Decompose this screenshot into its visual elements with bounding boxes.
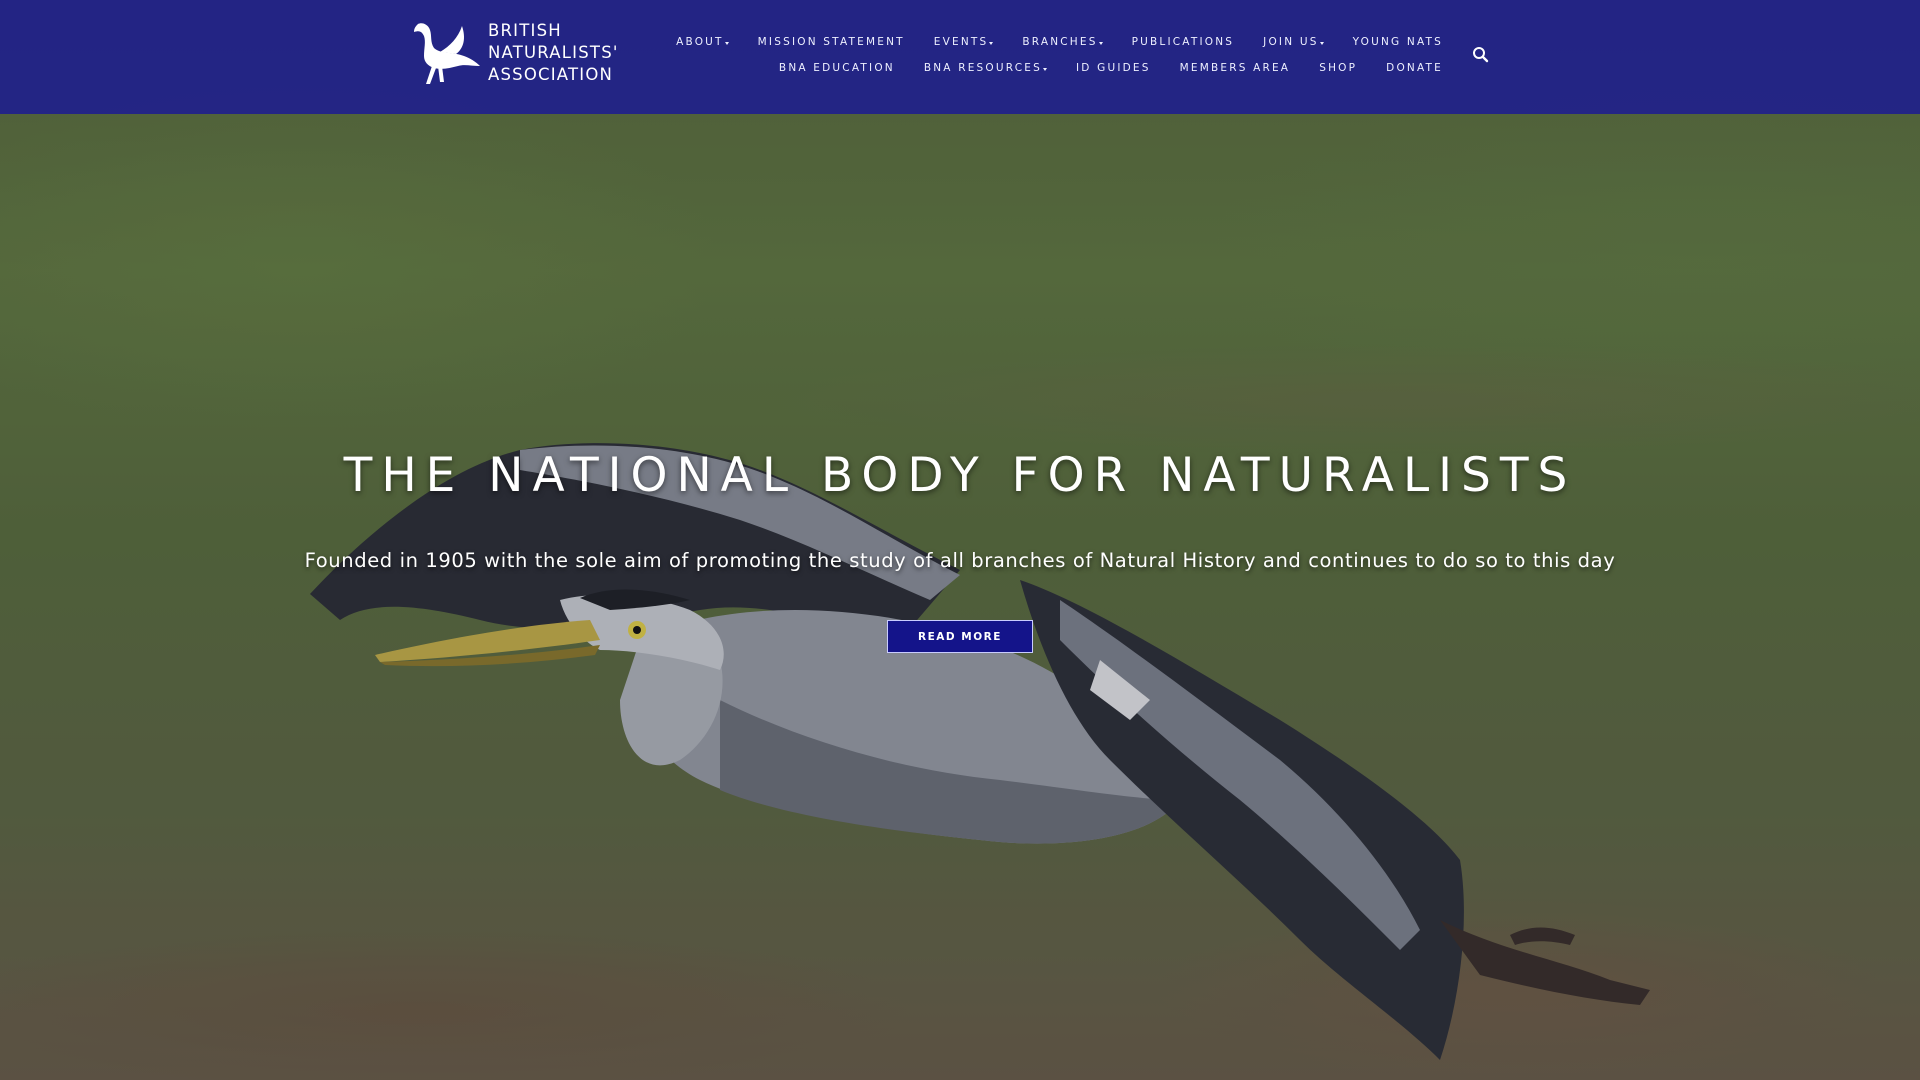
nav-label: JOIN US	[1263, 36, 1319, 48]
nav-members-area[interactable]: MEMBERS AREA	[1180, 62, 1291, 74]
nav-label: MEMBERS AREA	[1179, 62, 1291, 74]
nav-branches[interactable]: BRANCHES	[1022, 36, 1103, 48]
site-name-line-3: ASSOCIATION	[488, 65, 614, 84]
nav-label: DONATE	[1386, 62, 1443, 74]
nav-donate[interactable]: DONATE	[1386, 62, 1443, 74]
heron-logo-icon	[414, 23, 480, 84]
site-logo[interactable]: BRITISH NATURALISTS' ASSOCIATION	[410, 18, 619, 88]
chevron-down-icon	[1042, 68, 1047, 71]
search-icon	[1473, 47, 1489, 63]
nav-shop[interactable]: SHOP	[1319, 62, 1357, 74]
site-header: BRITISH NATURALISTS' ASSOCIATION ABOUT M…	[0, 0, 1920, 114]
main-nav-row-2: BNA EDUCATION BNA RESOURCES ID GUIDES ME…	[750, 62, 1443, 74]
nav-id-guides[interactable]: ID GUIDES	[1076, 62, 1151, 74]
nav-label: MISSION STATEMENT	[757, 36, 905, 48]
nav-label: EVENTS	[933, 36, 989, 48]
nav-label: YOUNG NATS	[1352, 36, 1443, 48]
nav-join-us[interactable]: JOIN US	[1263, 36, 1324, 48]
chevron-down-icon	[989, 42, 994, 45]
nav-label: PUBLICATIONS	[1131, 36, 1235, 48]
hero-overlay	[0, 0, 1920, 1080]
hero-subtitle: Founded in 1905 with the sole aim of pro…	[304, 549, 1616, 572]
nav-label: ID GUIDES	[1075, 62, 1151, 74]
nav-bna-education[interactable]: BNA EDUCATION	[779, 62, 895, 74]
nav-events[interactable]: EVENTS	[934, 36, 994, 48]
hero-title: THE NATIONAL BODY FOR NATURALISTS	[343, 448, 1577, 503]
chevron-down-icon	[1098, 42, 1103, 45]
nav-label: BNA RESOURCES	[923, 62, 1042, 74]
site-name-line-1: BRITISH	[488, 21, 562, 40]
nav-label: SHOP	[1319, 62, 1358, 74]
nav-label: ABOUT	[676, 36, 724, 48]
chevron-down-icon	[724, 42, 729, 45]
nav-mission-statement[interactable]: MISSION STATEMENT	[758, 36, 905, 48]
nav-young-nats[interactable]: YOUNG NATS	[1353, 36, 1443, 48]
nav-bna-resources[interactable]: BNA RESOURCES	[924, 62, 1047, 74]
nav-label: BNA EDUCATION	[778, 62, 895, 74]
page: BRITISH NATURALISTS' ASSOCIATION ABOUT M…	[0, 0, 1920, 1080]
nav-about[interactable]: ABOUT	[676, 36, 729, 48]
nav-label: BRANCHES	[1022, 36, 1098, 48]
search-button[interactable]	[1472, 46, 1490, 64]
main-nav-row-1: ABOUT MISSION STATEMENT EVENTS BRANCHES …	[647, 36, 1443, 48]
site-name-line-2: NATURALISTS'	[488, 43, 619, 62]
read-more-button[interactable]: READ MORE	[887, 620, 1033, 653]
nav-publications[interactable]: PUBLICATIONS	[1132, 36, 1235, 48]
site-name: BRITISH NATURALISTS' ASSOCIATION	[488, 20, 619, 86]
chevron-down-icon	[1319, 42, 1324, 45]
